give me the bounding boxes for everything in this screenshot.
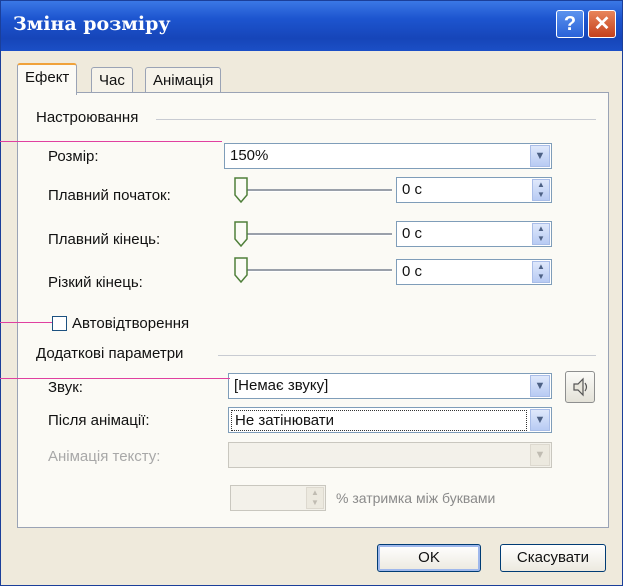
spinner-icon[interactable]: ▲ ▼ xyxy=(532,223,550,245)
spinner-icon[interactable]: ▲ ▼ xyxy=(306,487,324,509)
annotation-line-size xyxy=(0,141,222,142)
size-combo[interactable]: 150% ▼ xyxy=(224,143,552,169)
dialog-title: Зміна розміру xyxy=(13,13,171,35)
smooth-start-value: 0 с xyxy=(402,181,423,198)
size-value: 150% xyxy=(230,147,269,164)
chevron-down-icon[interactable]: ▼ xyxy=(530,444,550,466)
autoreverse-label: Автовідтворення xyxy=(72,315,190,332)
sound-combo[interactable]: [Немає звуку] ▼ xyxy=(228,373,552,399)
chevron-down-icon[interactable]: ▼ xyxy=(530,409,550,431)
extra-group-divider xyxy=(218,355,596,356)
after-animation-combo[interactable]: Не затінювати ▼ xyxy=(228,407,552,433)
smooth-end-spinner[interactable]: 0 с ▲ ▼ xyxy=(396,221,552,247)
chevron-down-icon[interactable]: ▼ xyxy=(530,145,550,167)
tab-effect[interactable]: Ефект xyxy=(17,63,78,95)
spinner-icon[interactable]: ▲ ▼ xyxy=(532,179,550,201)
settings-group-label: Настроювання xyxy=(36,109,139,126)
extra-group-label: Додаткові параметри xyxy=(36,345,184,362)
size-label: Розмір: xyxy=(48,148,99,165)
help-button[interactable]: ? xyxy=(556,10,584,38)
annotation-line-sound xyxy=(0,378,230,379)
bounce-end-track xyxy=(240,269,392,272)
bounce-end-spinner[interactable]: 0 с ▲ ▼ xyxy=(396,259,552,285)
smooth-start-spinner[interactable]: 0 с ▲ ▼ xyxy=(396,177,552,203)
tab-text-animation[interactable]: Анімація тексту xyxy=(145,67,222,115)
smooth-start-label: Плавний початок: xyxy=(48,187,171,204)
sound-label: Звук: xyxy=(48,379,83,396)
smooth-start-track xyxy=(240,189,392,192)
annotation-line-autoreverse xyxy=(0,322,52,323)
close-button[interactable]: ✕ xyxy=(588,10,616,38)
tab-timing[interactable]: Час xyxy=(91,67,133,94)
letter-delay-label: % затримка між буквами xyxy=(336,490,496,506)
sound-value: [Немає звуку] xyxy=(234,377,329,394)
smooth-end-label: Плавний кінець: xyxy=(48,231,161,248)
ok-button[interactable]: OK xyxy=(377,544,481,572)
smooth-end-value: 0 с xyxy=(402,225,423,242)
settings-group-divider xyxy=(156,119,596,120)
bounce-end-value: 0 с xyxy=(402,263,423,280)
slider-thumb-icon[interactable] xyxy=(234,221,248,247)
chevron-down-icon[interactable]: ▼ xyxy=(530,375,550,397)
slider-thumb-icon[interactable] xyxy=(234,177,248,203)
title-bar: Зміна розміру ? ✕ xyxy=(1,1,622,51)
autoreverse-checkbox[interactable] xyxy=(52,316,67,331)
cancel-button[interactable]: Скасувати xyxy=(500,544,606,572)
speaker-icon xyxy=(573,377,588,397)
sound-settings-button[interactable] xyxy=(565,371,595,403)
slider-thumb-icon[interactable] xyxy=(234,257,248,283)
bounce-end-label: Різкий кінець: xyxy=(48,274,143,291)
letter-delay-spinner[interactable]: ▲ ▼ xyxy=(230,485,326,511)
dialog-window: Зміна розміру ? ✕ Ефект Час Анімація тек… xyxy=(0,0,623,586)
spinner-icon[interactable]: ▲ ▼ xyxy=(532,261,550,283)
text-animation-combo[interactable]: ▼ xyxy=(228,442,552,468)
text-animation-label: Анімація тексту: xyxy=(48,448,161,465)
after-animation-label: Після анімації: xyxy=(48,412,150,429)
smooth-end-track xyxy=(240,233,392,236)
after-animation-value: Не затінювати xyxy=(231,410,527,431)
tab-panel: Настроювання Розмір: 150% ▼ Плавний поча… xyxy=(17,92,609,528)
